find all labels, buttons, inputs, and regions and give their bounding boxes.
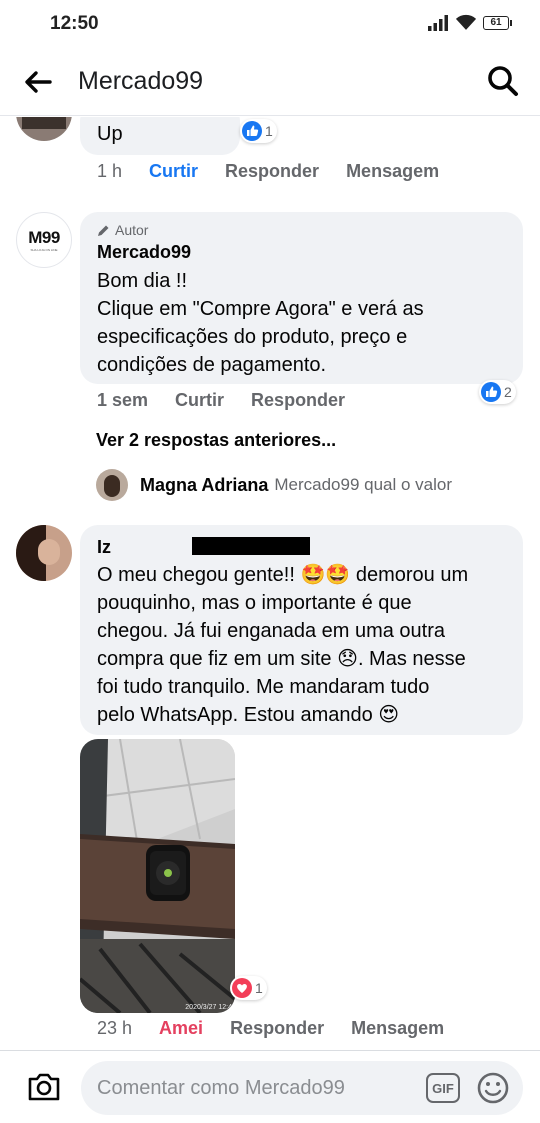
comment-bubble[interactable]: Up	[80, 117, 240, 155]
love-reaction-icon	[232, 978, 252, 998]
comment-line: Clique em "Compre Agora" e verá as	[97, 298, 424, 320]
comment-time: 1 h	[97, 161, 123, 181]
reply-avatar[interactable]	[96, 469, 128, 501]
like-reaction-icon	[481, 382, 501, 402]
smartwatch-photo	[80, 739, 235, 1013]
avatar-logo-subtext: SUA LOJA ON LINE	[30, 248, 58, 252]
status-icons: 61	[427, 14, 512, 31]
comment-line: chegou. Já fui enganada em uma outra	[97, 620, 446, 642]
reaction-badge[interactable]: 1	[240, 119, 277, 143]
comment-time: 1 sem	[97, 390, 149, 410]
status-time: 12:50	[50, 13, 99, 34]
message-button[interactable]: Mensagem	[346, 161, 439, 182]
comment-author[interactable]: Mercado99	[97, 242, 191, 263]
like-button[interactable]: Curtir	[175, 390, 224, 411]
comment-line: O meu chegou gente!! 🤩🤩 demorou um	[97, 564, 469, 586]
comment-composer: GIF	[0, 1050, 540, 1123]
battery-icon: 61	[483, 15, 512, 30]
header: Mercado99	[0, 46, 540, 116]
avatar[interactable]	[16, 525, 72, 581]
avatar[interactable]	[16, 117, 72, 141]
like-reaction-icon	[242, 121, 262, 141]
comment-line: compra que fiz em um site 😞. Mas nesse	[97, 648, 466, 670]
author-badge: Autor	[97, 222, 148, 238]
reply-button[interactable]: Responder	[225, 161, 319, 182]
comment-author[interactable]: Iz	[97, 537, 111, 558]
reply-preview[interactable]: Magna Adriana Mercado99 qual o valor	[96, 469, 452, 501]
attached-photo[interactable]: 2020/3/27 12:4	[80, 739, 235, 1013]
page-avatar[interactable]: M99 SUA LOJA ON LINE	[16, 212, 72, 268]
comment-time: 23 h	[97, 1018, 133, 1038]
gif-button[interactable]: GIF	[426, 1073, 460, 1103]
like-button[interactable]: Curtir	[149, 161, 198, 182]
pencil-icon	[98, 225, 109, 236]
reaction-count: 1	[265, 123, 273, 139]
comment-line: foi tudo tranquilo. Me mandaram tudo	[97, 676, 430, 698]
reply-text: Mercado99 qual o valor	[274, 475, 453, 494]
reaction-badge[interactable]: 2	[479, 380, 516, 404]
search-icon[interactable]	[486, 64, 520, 98]
comment-line: condições de pagamento.	[97, 354, 327, 376]
reply-author[interactable]: Magna Adriana	[140, 475, 268, 496]
battery-level: 61	[483, 15, 509, 30]
love-button[interactable]: Amei	[159, 1018, 203, 1039]
comment-actions: 23 h Amei Responder Mensagem	[97, 1018, 471, 1039]
signal-icon	[428, 14, 448, 31]
camera-icon[interactable]	[26, 1071, 62, 1103]
comment-line: Bom dia !!	[97, 270, 188, 292]
comment-bubble[interactable]: Autor Mercado99 Bom dia !! Clique em "Co…	[80, 212, 523, 384]
reaction-count: 1	[255, 980, 263, 996]
redaction-bar	[192, 537, 310, 555]
comments-feed[interactable]: Up 1 1 h Curtir Responder Mensagem M99 S…	[0, 117, 540, 1050]
message-button[interactable]: Mensagem	[351, 1018, 444, 1039]
avatar-logo-text: M99	[28, 228, 60, 247]
comment-line: especificações do produto, preço e	[97, 326, 408, 348]
wifi-icon	[455, 14, 477, 30]
photo-timestamp: 2020/3/27 12:4	[185, 1004, 232, 1011]
view-previous-replies[interactable]: Ver 2 respostas anteriores...	[96, 430, 336, 451]
reaction-badge[interactable]: 1	[230, 976, 267, 1000]
reply-button[interactable]: Responder	[230, 1018, 324, 1039]
comment-line: pelo WhatsApp. Estou amando 😍	[97, 704, 400, 726]
comment-actions: 1 h Curtir Responder Mensagem	[97, 161, 466, 182]
comment-line: pouquinho, mas o importante é que	[97, 592, 412, 614]
comment-actions: 1 sem Curtir Responder	[97, 390, 372, 411]
comment-bubble[interactable]: Iz O meu chegou gente!! 🤩🤩 demorou um po…	[80, 525, 523, 735]
page-title: Mercado99	[78, 67, 204, 95]
reply-button[interactable]: Responder	[251, 390, 345, 411]
back-arrow-icon[interactable]	[22, 66, 54, 98]
reaction-count: 2	[504, 384, 512, 400]
emoji-icon[interactable]	[476, 1071, 510, 1105]
status-bar: 12:50 61	[0, 0, 540, 46]
author-badge-label: Autor	[115, 222, 149, 238]
comment-text: Up	[97, 123, 123, 145]
